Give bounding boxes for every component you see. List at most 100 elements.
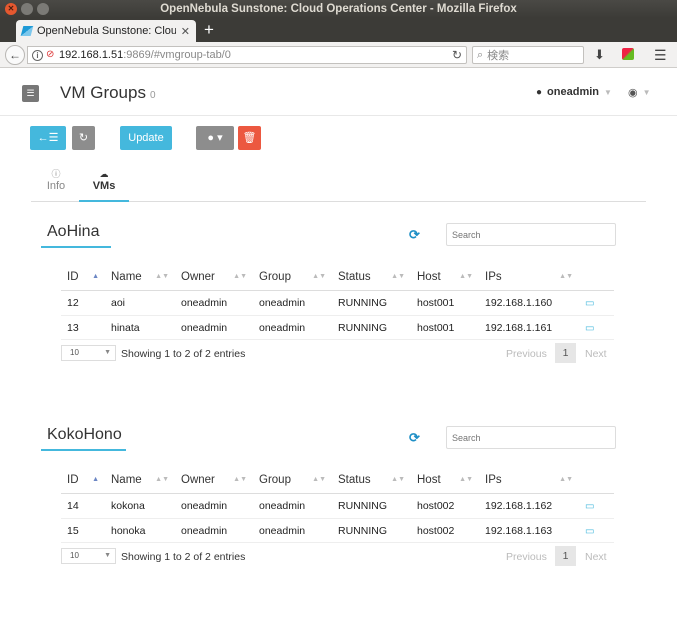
column-header-host[interactable]: Host ▲▼: [411, 264, 479, 291]
globe-icon: ◉: [628, 87, 638, 99]
window-title: OpenNebula Sunstone: Cloud Operations Ce…: [160, 3, 517, 15]
cell-ip: 192.168.1.162: [479, 493, 579, 519]
pagination-next[interactable]: Next: [585, 348, 607, 360]
table-row[interactable]: 13 hinata oneadmin oneadmin RUNNING host…: [61, 315, 614, 340]
column-header-status[interactable]: Status ▲▼: [332, 467, 411, 494]
table-row[interactable]: 12 aoi oneadmin oneadmin RUNNING host001…: [61, 290, 614, 316]
sort-icon: ▲▼: [391, 273, 405, 280]
insecure-lock-icon[interactable]: ⊘: [46, 50, 56, 60]
refresh-button[interactable]: ↻: [72, 126, 95, 150]
page-length-select[interactable]: 10 ▼: [61, 345, 116, 361]
column-header-ips[interactable]: IPs ▲▼: [479, 264, 579, 291]
search-input[interactable]: [446, 426, 616, 449]
detail-tabs: ⓘ Info ☁ VMs: [31, 168, 646, 202]
addon-icon[interactable]: [622, 48, 634, 60]
opennebula-favicon-icon: [20, 26, 34, 36]
cell-host: host001: [411, 290, 479, 316]
browser-navbar: ← i ⊘ 192.168.1.51:9869/#vmgroup-tab/0 ↻…: [0, 42, 677, 68]
cell-status: RUNNING: [338, 321, 387, 334]
column-header-group[interactable]: Group ▲▼: [253, 467, 332, 494]
browser-tabstrip: OpenNebula Sunstone: Cloud ✕ +: [0, 18, 677, 42]
cell-ip: 192.168.1.161: [485, 321, 553, 334]
site-info-icon[interactable]: i: [32, 49, 43, 61]
vnc-console-icon[interactable]: ▭: [585, 526, 594, 537]
cell-host: host002: [417, 524, 455, 537]
tab-close-icon[interactable]: ✕: [181, 25, 190, 38]
group-title-underline: [41, 246, 111, 248]
download-icon[interactable]: ⬇: [594, 47, 605, 63]
vnc-console-icon[interactable]: ▭: [585, 298, 594, 309]
cell-host: host001: [417, 321, 455, 334]
column-header-owner[interactable]: Owner ▲▼: [175, 264, 253, 291]
hamburger-menu-icon[interactable]: ☰: [654, 47, 667, 64]
back-to-list-button[interactable]: ←☰: [30, 126, 66, 150]
back-button[interactable]: ←: [5, 45, 25, 65]
sidebar-toggle-button[interactable]: ☰: [22, 85, 39, 102]
window-maximize-button[interactable]: [37, 3, 49, 15]
sort-icon: ▲▼: [155, 273, 169, 280]
vnc-console-icon[interactable]: ▭: [585, 323, 594, 334]
column-header-group[interactable]: Group ▲▼: [253, 264, 332, 291]
update-button[interactable]: Update: [120, 126, 172, 150]
new-tab-icon[interactable]: +: [204, 20, 214, 40]
url-path: :9869/#vmgroup-tab/0: [123, 49, 231, 61]
page-header: ☰ VM Groups 0 ● oneadmin ▼ ◉ ▼: [0, 68, 677, 116]
sort-asc-icon: ▲: [92, 273, 99, 280]
pagination-previous[interactable]: Previous: [506, 551, 547, 563]
cell-ip: 192.168.1.160: [479, 290, 579, 316]
sort-icon: ▲▼: [233, 273, 247, 280]
column-header-name[interactable]: Name ▲▼: [105, 264, 175, 291]
delete-button[interactable]: 🗑: [238, 126, 261, 150]
reload-icon[interactable]: ↻: [452, 48, 462, 62]
page-length-select[interactable]: 10 ▼: [61, 548, 116, 564]
column-header-host[interactable]: Host ▲▼: [411, 467, 479, 494]
browser-tab-title: OpenNebula Sunstone: Cloud: [37, 25, 176, 37]
chevron-down-icon: ▼: [642, 88, 651, 97]
user-menu[interactable]: ● oneadmin ▼: [536, 86, 612, 98]
sort-icon: ▲▼: [155, 476, 169, 483]
table-info: Showing 1 to 2 of 2 entries: [121, 348, 246, 360]
refresh-icon[interactable]: ⟳: [409, 430, 420, 446]
pagination-page[interactable]: 1: [555, 343, 576, 363]
cell-name: honoka: [111, 524, 146, 537]
pagination-next[interactable]: Next: [585, 551, 607, 563]
table-info: Showing 1 to 2 of 2 entries: [121, 551, 246, 563]
page-title-count: 0: [149, 90, 156, 101]
column-header-ips[interactable]: IPs ▲▼: [479, 467, 579, 494]
window-close-button[interactable]: ✕: [5, 3, 17, 15]
column-header-id[interactable]: ID ▲: [61, 467, 105, 494]
cell-owner: oneadmin: [181, 524, 228, 537]
tab-info[interactable]: ⓘ Info: [31, 168, 81, 192]
column-header-status[interactable]: Status ▲▼: [332, 264, 411, 291]
table-row[interactable]: 14 kokona oneadmin oneadmin RUNNING host…: [61, 493, 614, 519]
column-header-owner[interactable]: Owner ▲▼: [175, 467, 253, 494]
sort-icon: ▲▼: [391, 476, 405, 483]
tab-vms[interactable]: ☁ VMs: [79, 168, 129, 202]
change-owner-button[interactable]: ● ▾: [196, 126, 234, 150]
user-icon: ●: [536, 86, 543, 98]
browser-search-placeholder: 検索: [487, 50, 510, 62]
table-row[interactable]: 15 honoka oneadmin oneadmin RUNNING host…: [61, 518, 614, 543]
cloud-icon: ☁: [99, 169, 109, 179]
pagination-page[interactable]: 1: [555, 546, 576, 566]
sort-icon: ▲▼: [559, 273, 573, 280]
group-title-underline: [41, 449, 126, 451]
chevron-down-icon: ▼: [604, 87, 612, 97]
zone-menu[interactable]: ◉ ▼: [628, 86, 651, 99]
sunstone-page: ☰ VM Groups 0 ● oneadmin ▼ ◉ ▼ ←☰ ↻ Updat…: [0, 68, 677, 634]
search-input[interactable]: [446, 223, 616, 246]
column-header-id[interactable]: ID ▲: [61, 264, 105, 291]
vnc-console-icon[interactable]: ▭: [585, 501, 594, 512]
refresh-icon[interactable]: ⟳: [409, 227, 420, 243]
cell-id: 15: [67, 524, 79, 537]
cell-owner: oneadmin: [181, 321, 228, 334]
window-minimize-button[interactable]: [21, 3, 33, 15]
sort-asc-icon: ▲: [92, 476, 99, 483]
browser-tab[interactable]: OpenNebula Sunstone: Cloud ✕: [16, 20, 196, 42]
pagination-previous[interactable]: Previous: [506, 348, 547, 360]
group-title: KokoHono: [47, 426, 122, 443]
url-bar[interactable]: i ⊘ 192.168.1.51:9869/#vmgroup-tab/0 ↻: [27, 46, 467, 64]
browser-search-bar[interactable]: ⌕ 検索: [472, 46, 584, 64]
cell-id: 12: [61, 290, 105, 316]
column-header-name[interactable]: Name ▲▼: [105, 467, 175, 494]
